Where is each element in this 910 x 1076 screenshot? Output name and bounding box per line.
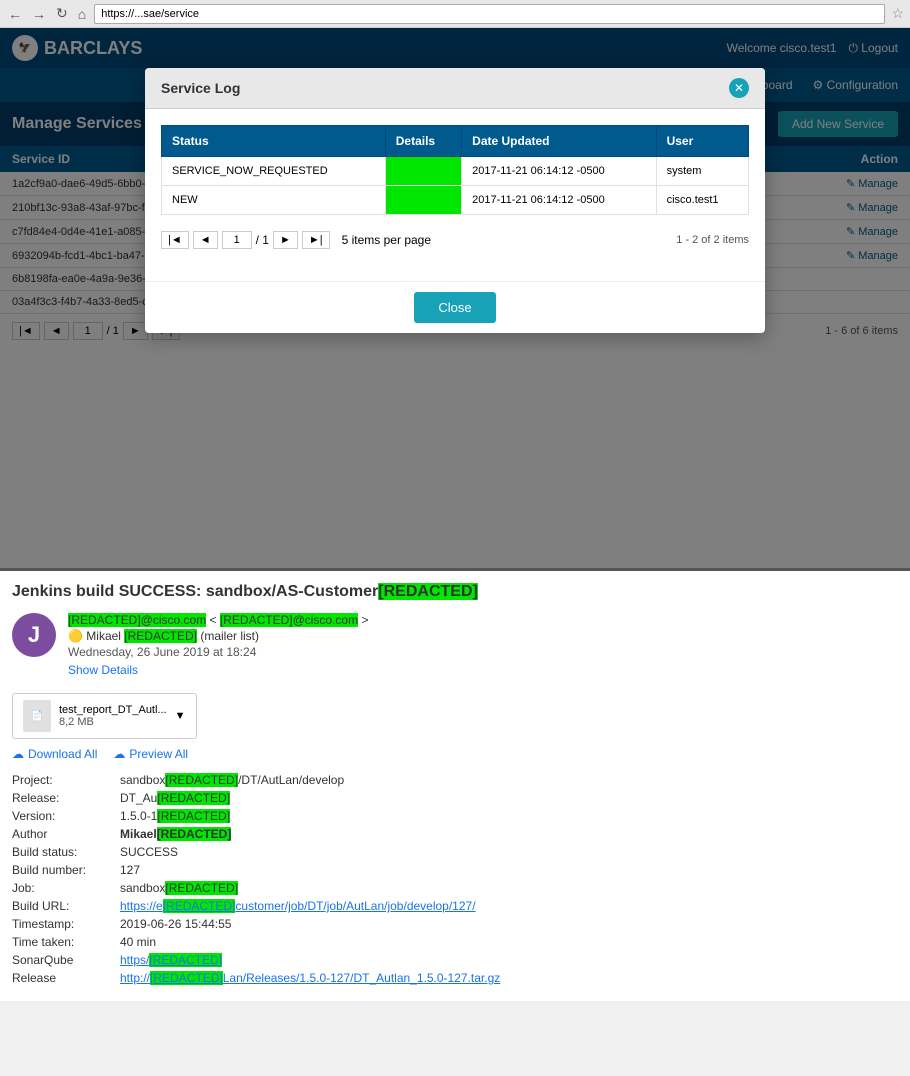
time-taken-field: Time taken: 40 min: [12, 935, 898, 949]
release-url-field: Release http://[REDACTED]Lan/Releases/1.…: [12, 971, 898, 985]
from-address-1: [REDACTED]@cisco.com: [68, 613, 206, 627]
build-status-field: Build status: SUCCESS: [12, 845, 898, 859]
email-body: Project: sandbox[REDACTED]/DT/AutLan/dev…: [12, 773, 898, 985]
col-status: Status: [162, 126, 386, 157]
date-updated-cell: 2017-11-21 06:14:12 -0500: [462, 157, 656, 186]
preview-all-action[interactable]: ☁ Preview All: [113, 747, 188, 761]
mailer-list: (mailer list): [200, 629, 259, 643]
status-cell: SERVICE_NOW_REQUESTED: [162, 157, 386, 186]
job-field: Job: sandbox[REDACTED]: [12, 881, 898, 895]
author-highlight: [REDACTED]: [157, 827, 232, 841]
refresh-button[interactable]: ↻: [54, 5, 70, 22]
modal-next-page-button[interactable]: ►: [273, 231, 298, 249]
attachment-icon: 📄: [23, 700, 51, 732]
col-user: User: [656, 126, 748, 157]
url-bar[interactable]: [94, 4, 885, 24]
modal-pagination-controls: |◄ ◄ / 1 ► ►| 5 items per page: [161, 231, 431, 249]
job-highlight: [REDACTED]: [165, 881, 238, 895]
email-from-row: J [REDACTED]@cisco.com < [REDACTED]@cisc…: [12, 613, 898, 677]
attachment-info: test_report_DT_Autl... 8,2 MB: [59, 704, 167, 728]
sonarqube-field: SonarQube https/[REDACTED]: [12, 953, 898, 967]
project-field: Project: sandbox[REDACTED]/DT/AutLan/dev…: [12, 773, 898, 787]
sender-name: Mikael: [86, 629, 124, 643]
attachment-size: 8,2 MB: [59, 716, 167, 728]
from-address-2: [REDACTED]@cisco.com: [220, 613, 358, 627]
modal-first-page-button[interactable]: |◄: [161, 231, 189, 249]
service-log-table: Status Details Date Updated User SERVICE…: [161, 125, 749, 215]
email-subject: Jenkins build SUCCESS: sandbox/AS-Custom…: [12, 583, 898, 601]
sender-name-line: 🟡 Mikael [REDACTED] (mailer list): [68, 629, 368, 643]
user-cell: cisco.test1: [656, 186, 748, 215]
modal-last-page-button[interactable]: ►|: [302, 231, 330, 249]
attachment-actions: ☁ Download All ☁ Preview All: [12, 747, 898, 761]
modal-of-pages-label: / 1: [256, 233, 269, 247]
browser-chrome: ← → ↻ ⌂ ☆: [0, 0, 910, 28]
sender-extra: [REDACTED]: [124, 629, 197, 643]
sonarqube-link[interactable]: https/[REDACTED]: [120, 953, 222, 967]
modal-close-button[interactable]: ✕: [729, 78, 749, 98]
version-field: Version: 1.5.0-1[REDACTED]: [12, 809, 898, 823]
status-cell: NEW: [162, 186, 386, 215]
author-field: Author Mikael[REDACTED]: [12, 827, 898, 841]
version-highlight: [REDACTED]: [157, 809, 230, 823]
release-link[interactable]: http://[REDACTED]Lan/Releases/1.5.0-127/…: [120, 971, 500, 985]
log-row: NEW 2017-11-21 06:14:12 -0500 cisco.test…: [162, 186, 749, 215]
modal-prev-page-button[interactable]: ◄: [193, 231, 218, 249]
show-details-link[interactable]: Show Details: [68, 663, 368, 677]
details-cell: [385, 157, 461, 186]
build-url-field: Build URL: https://e[REDACTED]customer/j…: [12, 899, 898, 913]
col-details: Details: [385, 126, 461, 157]
email-section: Jenkins build SUCCESS: sandbox/AS-Custom…: [0, 568, 910, 1001]
from-line: [REDACTED]@cisco.com < [REDACTED]@cisco.…: [68, 613, 368, 627]
attachment-name: test_report_DT_Autl...: [59, 704, 167, 716]
user-cell: system: [656, 157, 748, 186]
back-button[interactable]: ←: [6, 6, 24, 22]
modal-close-btn[interactable]: Close: [414, 292, 495, 323]
modal-pagination: |◄ ◄ / 1 ► ►| 5 items per page 1 - 2 of …: [161, 231, 749, 249]
home-button[interactable]: ⌂: [76, 6, 88, 22]
release-field: Release: DT_Au[REDACTED]: [12, 791, 898, 805]
bookmark-icon[interactable]: ☆: [891, 5, 904, 22]
modal-title: Service Log: [161, 80, 240, 96]
sender-avatar: J: [12, 613, 56, 657]
col-date-updated: Date Updated: [462, 126, 656, 157]
email-metadata: [REDACTED]@cisco.com < [REDACTED]@cisco.…: [68, 613, 368, 677]
timestamp-field: Timestamp: 2019-06-26 15:44:55: [12, 917, 898, 931]
modal-page-number-input[interactable]: [222, 231, 252, 249]
modal-body: Status Details Date Updated User SERVICE…: [145, 109, 765, 281]
from-address-separator: <: [210, 613, 217, 627]
build-url-link[interactable]: https://e[REDACTED]customer/job/DT/job/A…: [120, 899, 476, 913]
modal-per-page-label: 5 items per page: [342, 233, 431, 247]
download-all-action[interactable]: ☁ Download All: [12, 747, 97, 761]
forward-button[interactable]: →: [30, 6, 48, 22]
release-highlight: [REDACTED]: [157, 791, 230, 805]
page-background: 🦅 BARCLAYS Welcome cisco.test1 ⏻ Logout …: [0, 28, 910, 568]
log-row: SERVICE_NOW_REQUESTED 2017-11-21 06:14:1…: [162, 157, 749, 186]
email-date: Wednesday, 26 June 2019 at 18:24: [68, 645, 368, 659]
service-log-modal: Service Log ✕ Status Details Date Update…: [145, 68, 765, 333]
email-subject-highlight: [REDACTED]: [378, 583, 478, 600]
modal-pagination-info: 1 - 2 of 2 items: [676, 234, 749, 246]
attachment-box: 📄 test_report_DT_Autl... 8,2 MB ▼: [12, 693, 197, 739]
project-highlight: [REDACTED]: [165, 773, 238, 787]
details-cell: [385, 186, 461, 215]
email-subject-text: Jenkins build SUCCESS: sandbox/AS-Custom…: [12, 583, 378, 600]
build-number-field: Build number: 127: [12, 863, 898, 877]
modal-footer: Close: [145, 281, 765, 333]
modal-overlay: Service Log ✕ Status Details Date Update…: [0, 28, 910, 568]
modal-header: Service Log ✕: [145, 68, 765, 109]
date-updated-cell: 2017-11-21 06:14:12 -0500: [462, 186, 656, 215]
attachment-dropdown-icon[interactable]: ▼: [175, 710, 186, 722]
